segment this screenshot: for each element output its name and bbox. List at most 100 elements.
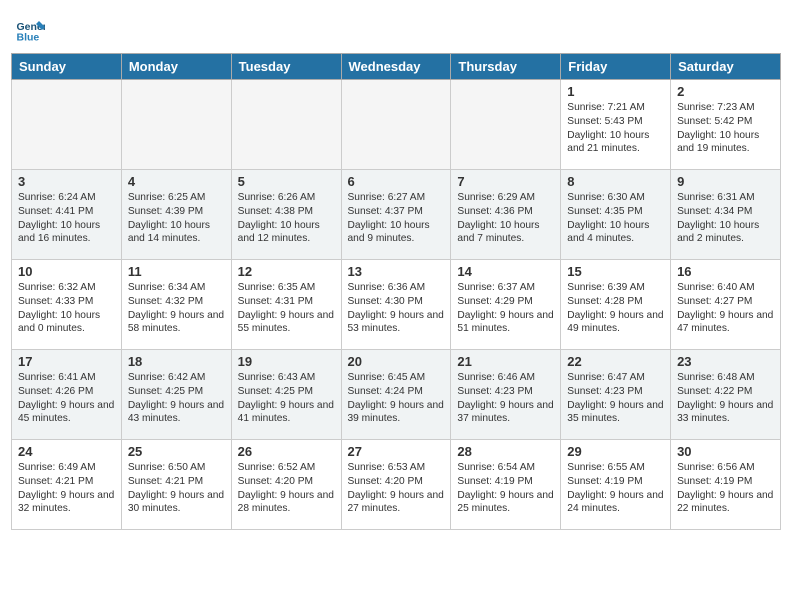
table-row: 19 Sunrise: 6:43 AMSunset: 4:25 PMDayligh…: [231, 350, 341, 440]
table-row: 27Sunrise: 6:53 AMSunset: 4:20 PMDayligh…: [341, 440, 451, 530]
table-row: 1 Sunrise: 7:21 AMSunset: 5:43 PMDaylight…: [561, 80, 671, 170]
table-row: 30 Sunrise: 6:56 AMSunset: 4:19 PMDayligh…: [671, 440, 781, 530]
day-number: 25: [128, 444, 225, 459]
day-number: 27: [348, 444, 445, 459]
day-info: Sunrise: 6:45 AMSunset: 4:24 PMDaylight:…: [348, 371, 445, 426]
day-number: 30: [677, 444, 774, 459]
day-info: Sunrise: 6:37 AMSunset: 4:29 PMDaylight:…: [457, 281, 554, 336]
day-number: 21: [457, 354, 554, 369]
day-number: 11: [128, 264, 225, 279]
day-number: 20: [348, 354, 445, 369]
day-number: 28: [457, 444, 554, 459]
table-row: 3 Sunrise: 6:24 AMSunset: 4:41 PMDaylight…: [12, 170, 122, 260]
day-info: Sunrise: 6:27 AMSunset: 4:37 PMDaylight:…: [348, 191, 445, 246]
day-number: 29: [567, 444, 664, 459]
table-row: 5 Sunrise: 6:26 AMSunset: 4:38 PMDaylight…: [231, 170, 341, 260]
day-info: Sunrise: 6:31 AMSunset: 4:34 PMDaylight:…: [677, 191, 774, 246]
table-row: 17 Sunrise: 6:41 AMSunset: 4:26 PMDayligh…: [12, 350, 122, 440]
table-row: 13 Sunrise: 6:36 AMSunset: 4:30 PMDayligh…: [341, 260, 451, 350]
day-info: Sunrise: 6:41 AMSunset: 4:26 PMDaylight:…: [18, 371, 115, 426]
day-number: 10: [18, 264, 115, 279]
table-row: 7 Sunrise: 6:29 AMSunset: 4:36 PMDaylight…: [451, 170, 561, 260]
calendar-header-thursday: Thursday: [451, 54, 561, 80]
table-row: 16 Sunrise: 6:40 AMSunset: 4:27 PMDayligh…: [671, 260, 781, 350]
day-info: Sunrise: 6:34 AMSunset: 4:32 PMDaylight:…: [128, 281, 225, 336]
day-info: Sunrise: 6:46 AMSunset: 4:23 PMDaylight:…: [457, 371, 554, 426]
day-number: 2: [677, 84, 774, 99]
day-info: Sunrise: 6:47 AMSunset: 4:23 PMDaylight:…: [567, 371, 664, 426]
calendar-header-saturday: Saturday: [671, 54, 781, 80]
table-row: 10 Sunrise: 6:32 AMSunset: 4:33 PMDayligh…: [12, 260, 122, 350]
day-number: 24: [18, 444, 115, 459]
day-number: 3: [18, 174, 115, 189]
day-number: 14: [457, 264, 554, 279]
day-number: 17: [18, 354, 115, 369]
day-info: Sunrise: 6:56 AMSunset: 4:19 PMDaylight:…: [677, 461, 774, 516]
table-row: 20 Sunrise: 6:45 AMSunset: 4:24 PMDayligh…: [341, 350, 451, 440]
day-number: 15: [567, 264, 664, 279]
table-row: 11 Sunrise: 6:34 AMSunset: 4:32 PMDayligh…: [121, 260, 231, 350]
day-info: Sunrise: 6:32 AMSunset: 4:33 PMDaylight:…: [18, 281, 115, 336]
calendar-header-tuesday: Tuesday: [231, 54, 341, 80]
table-row: 29Sunrise: 6:55 AMSunset: 4:19 PMDayligh…: [561, 440, 671, 530]
table-row: 26 Sunrise: 6:52 AMSunset: 4:20 PMDayligh…: [231, 440, 341, 530]
table-row: [12, 80, 122, 170]
day-info: Sunrise: 6:29 AMSunset: 4:36 PMDaylight:…: [457, 191, 554, 246]
table-row: [341, 80, 451, 170]
day-info: Sunrise: 6:35 AMSunset: 4:31 PMDaylight:…: [238, 281, 335, 336]
day-info: Sunrise: 6:54 AMSunset: 4:19 PMDaylight:…: [457, 461, 554, 516]
calendar-header-wednesday: Wednesday: [341, 54, 451, 80]
table-row: 15 Sunrise: 6:39 AMSunset: 4:28 PMDayligh…: [561, 260, 671, 350]
calendar-header-friday: Friday: [561, 54, 671, 80]
calendar-header-monday: Monday: [121, 54, 231, 80]
table-row: 23 Sunrise: 6:48 AMSunset: 4:22 PMDayligh…: [671, 350, 781, 440]
day-info: Sunrise: 6:25 AMSunset: 4:39 PMDaylight:…: [128, 191, 225, 246]
day-info: Sunrise: 6:49 AMSunset: 4:21 PMDaylight:…: [18, 461, 115, 516]
table-row: [231, 80, 341, 170]
svg-text:Blue: Blue: [17, 32, 40, 44]
day-number: 26: [238, 444, 335, 459]
day-number: 13: [348, 264, 445, 279]
logo: General Blue: [15, 15, 47, 45]
calendar-header-sunday: Sunday: [12, 54, 122, 80]
day-number: 4: [128, 174, 225, 189]
day-info: Sunrise: 6:43 AMSunset: 4:25 PMDaylight:…: [238, 371, 335, 426]
day-info: Sunrise: 6:39 AMSunset: 4:28 PMDaylight:…: [567, 281, 664, 336]
day-number: 7: [457, 174, 554, 189]
day-info: Sunrise: 6:36 AMSunset: 4:30 PMDaylight:…: [348, 281, 445, 336]
day-number: 9: [677, 174, 774, 189]
table-row: 8Sunrise: 6:30 AMSunset: 4:35 PMDaylight…: [561, 170, 671, 260]
table-row: 22 Sunrise: 6:47 AMSunset: 4:23 PMDayligh…: [561, 350, 671, 440]
day-info: Sunrise: 6:52 AMSunset: 4:20 PMDaylight:…: [238, 461, 335, 516]
day-info: Sunrise: 6:48 AMSunset: 4:22 PMDaylight:…: [677, 371, 774, 426]
day-info: Sunrise: 6:40 AMSunset: 4:27 PMDaylight:…: [677, 281, 774, 336]
day-number: 22: [567, 354, 664, 369]
table-row: 18 Sunrise: 6:42 AMSunset: 4:25 PMDayligh…: [121, 350, 231, 440]
table-row: 4 Sunrise: 6:25 AMSunset: 4:39 PMDaylight…: [121, 170, 231, 260]
day-number: 12: [238, 264, 335, 279]
table-row: 14 Sunrise: 6:37 AMSunset: 4:29 PMDayligh…: [451, 260, 561, 350]
day-info: Sunrise: 6:24 AMSunset: 4:41 PMDaylight:…: [18, 191, 115, 246]
table-row: 2 Sunrise: 7:23 AMSunset: 5:42 PMDaylight…: [671, 80, 781, 170]
logo-icon: General Blue: [15, 15, 45, 45]
table-row: 21 Sunrise: 6:46 AMSunset: 4:23 PMDayligh…: [451, 350, 561, 440]
day-info: Sunrise: 7:23 AMSunset: 5:42 PMDaylight:…: [677, 101, 774, 156]
day-number: 1: [567, 84, 664, 99]
day-info: Sunrise: 6:26 AMSunset: 4:38 PMDaylight:…: [238, 191, 335, 246]
day-info: Sunrise: 6:30 AMSunset: 4:35 PMDaylight:…: [567, 191, 664, 246]
day-number: 18: [128, 354, 225, 369]
day-number: 16: [677, 264, 774, 279]
table-row: 28 Sunrise: 6:54 AMSunset: 4:19 PMDayligh…: [451, 440, 561, 530]
day-number: 19: [238, 354, 335, 369]
table-row: 9 Sunrise: 6:31 AMSunset: 4:34 PMDaylight…: [671, 170, 781, 260]
day-number: 5: [238, 174, 335, 189]
day-info: Sunrise: 7:21 AMSunset: 5:43 PMDaylight:…: [567, 101, 664, 156]
table-row: 25 Sunrise: 6:50 AMSunset: 4:21 PMDayligh…: [121, 440, 231, 530]
day-info: Sunrise: 6:50 AMSunset: 4:21 PMDaylight:…: [128, 461, 225, 516]
day-info: Sunrise: 6:42 AMSunset: 4:25 PMDaylight:…: [128, 371, 225, 426]
day-number: 23: [677, 354, 774, 369]
table-row: 12 Sunrise: 6:35 AMSunset: 4:31 PMDayligh…: [231, 260, 341, 350]
table-row: [451, 80, 561, 170]
day-number: 6: [348, 174, 445, 189]
table-row: 6 Sunrise: 6:27 AMSunset: 4:37 PMDaylight…: [341, 170, 451, 260]
